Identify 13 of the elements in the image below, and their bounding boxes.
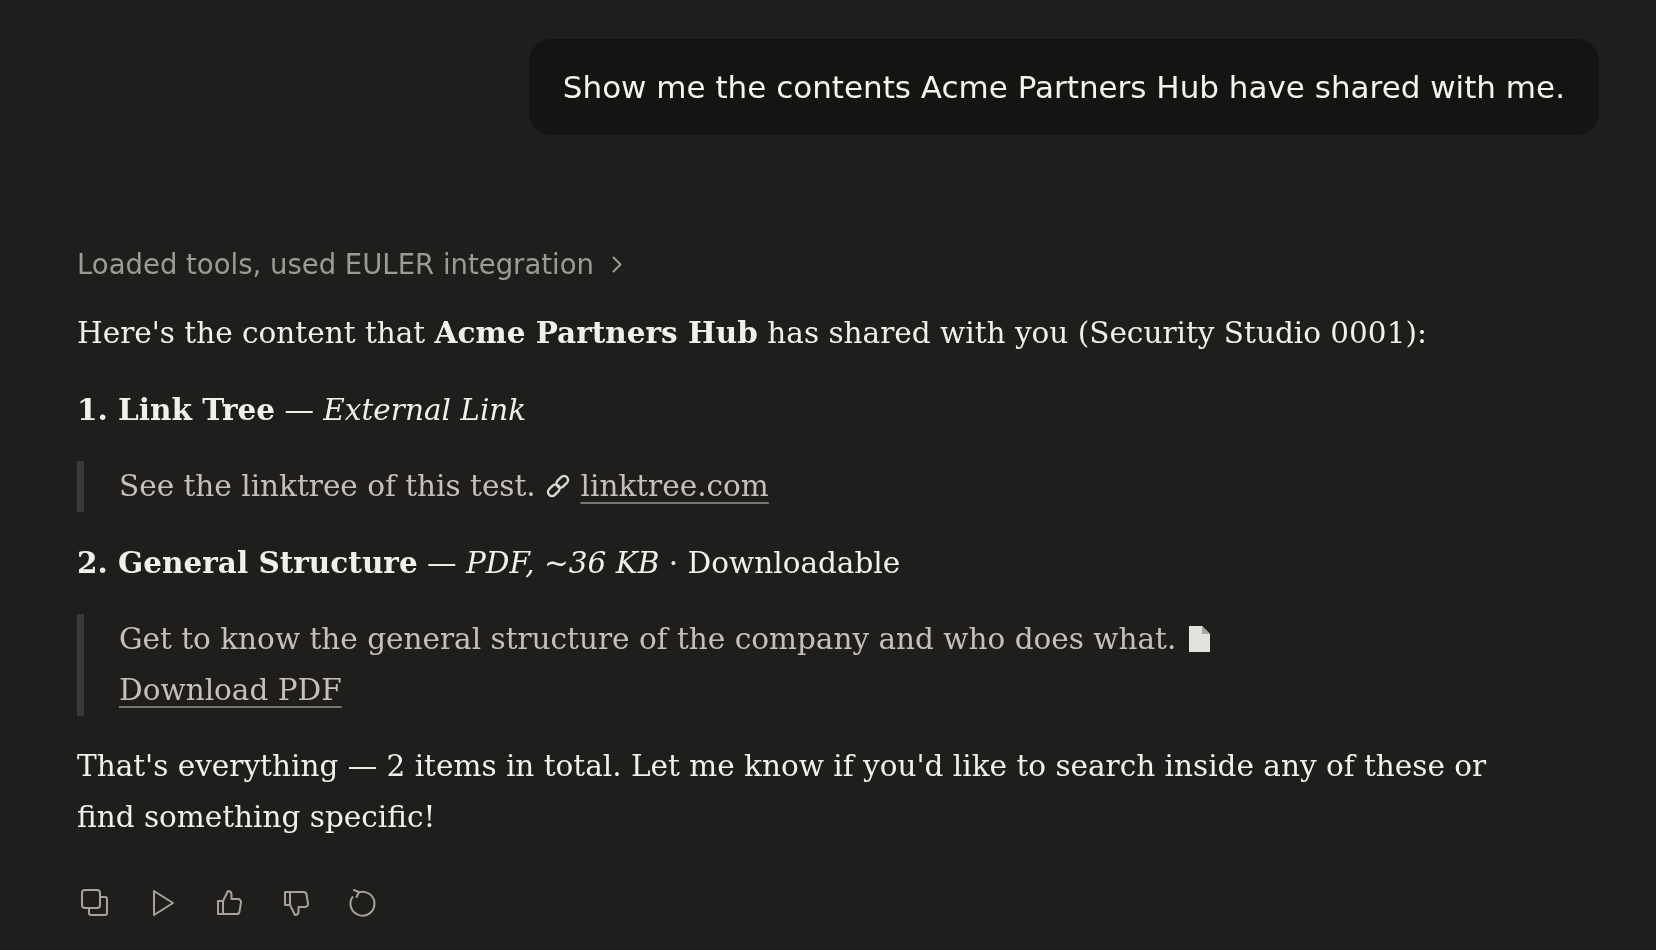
item-description: See the linktree of this test. linktree.com — [119, 468, 769, 505]
external-link[interactable]: linktree.com — [580, 469, 769, 503]
user-message-bubble: Show me the contents Acme Partners Hub have shared with me. — [528, 39, 1599, 135]
item-heading: 1. Link Tree — External Link — [77, 391, 528, 429]
closing-paragraph: That's everything — 2 items in total. Let me know if you'd like to search inside any of these or find something specific! — [77, 748, 1488, 836]
intro-paragraph: Here's the content that Acme Partners Hub has shared with you (Security Studio 0001): — [77, 314, 1428, 352]
item-description: Get to know the general structure of the company and who does what. Download PDF — [119, 614, 1389, 716]
chain-link-icon — [545, 472, 572, 500]
download-link[interactable]: Download PDF — [119, 673, 342, 707]
tool-summary-toggle[interactable]: Loaded tools, used EULER integration — [77, 246, 622, 282]
quote-bar — [77, 461, 84, 512]
item-heading: 2. General Structure — PDF, ~36 KB · Downloadable — [77, 544, 902, 582]
copy-icon — [79, 887, 111, 919]
